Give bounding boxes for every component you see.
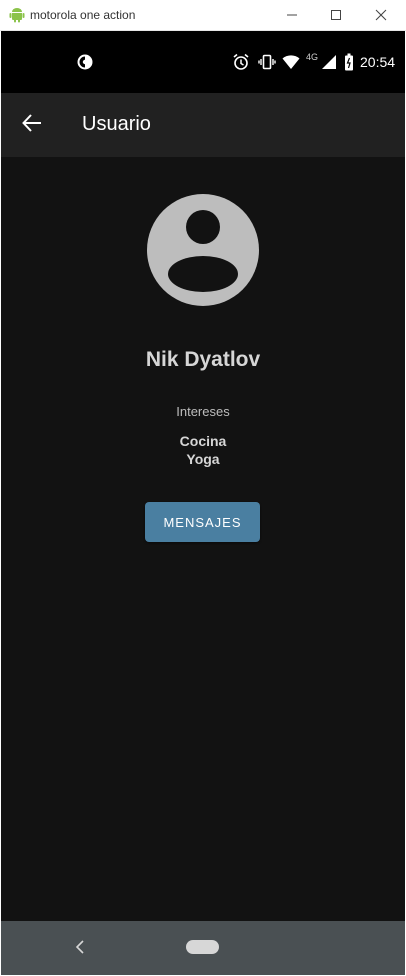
wifi-icon (282, 55, 300, 69)
interests-list: Cocina Yoga (1, 432, 405, 468)
signal-icon (322, 55, 336, 69)
status-time: 20:54 (360, 54, 396, 70)
interest-item: Yoga (186, 451, 220, 467)
phone-screen: 4G 20:54 Usuario Nik Dyatlov Intereses C… (1, 31, 405, 975)
messages-button[interactable]: MENSAJES (145, 502, 260, 542)
interest-item: Cocina (179, 433, 227, 449)
close-window-button[interactable] (361, 0, 401, 30)
page-title: Usuario (82, 113, 151, 135)
emulator-title-bar: motorola one action (0, 0, 406, 31)
vibrate-icon (258, 54, 276, 70)
nav-back-icon[interactable] (73, 939, 87, 955)
minimize-button[interactable] (272, 0, 312, 30)
status-bar: 4G 20:54 (1, 31, 405, 93)
user-name: Nik Dyatlov (145, 348, 261, 371)
account-circle-icon (147, 194, 259, 306)
data-saver-icon (77, 54, 93, 70)
maximize-button[interactable] (316, 0, 356, 30)
maximize-icon (331, 10, 341, 20)
android-logo-icon (9, 8, 25, 23)
nav-home-pill[interactable] (186, 940, 219, 954)
interests-label: Intereses (176, 404, 230, 419)
network-type-label: 4G (306, 52, 319, 62)
battery-icon (345, 53, 353, 71)
arrow-back-icon[interactable] (21, 112, 43, 134)
minimize-icon (287, 14, 297, 16)
close-icon (375, 9, 387, 21)
window-title: motorola one action (30, 8, 136, 22)
app-bar (1, 93, 405, 157)
alarm-icon (233, 53, 249, 70)
